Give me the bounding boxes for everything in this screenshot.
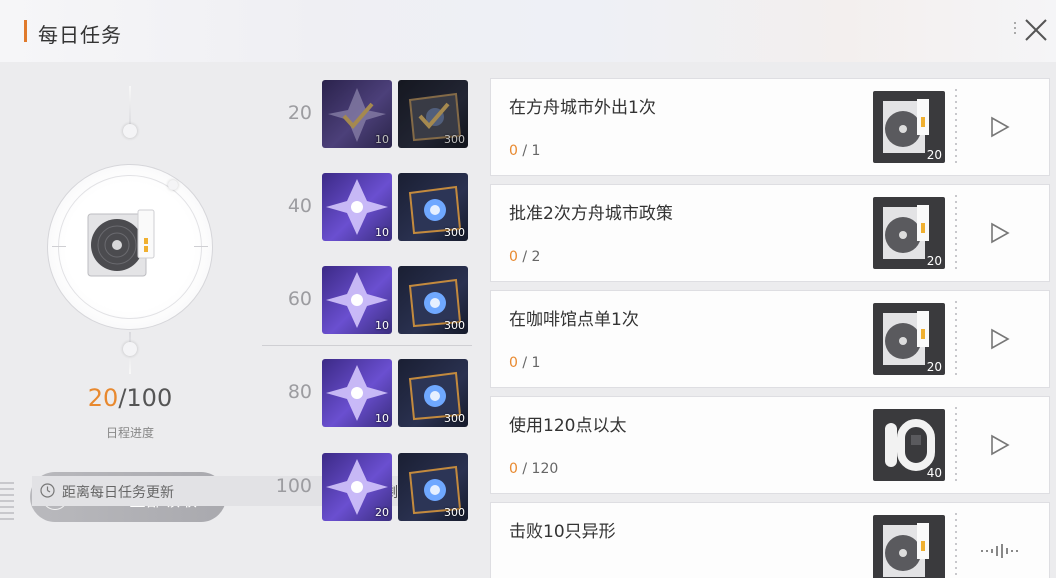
task-progress-total: / 120 [517, 461, 559, 477]
task-progress-current: 0 [509, 249, 518, 265]
task-title: 使用120点以太 [509, 416, 627, 436]
chest-reward[interactable]: 300 [398, 266, 468, 334]
task-title: 在方舟城市外出1次 [509, 98, 656, 118]
milestone-points: 60 [287, 288, 312, 310]
reward-quantity: 20 [926, 254, 942, 268]
play-icon[interactable] [989, 327, 1011, 351]
task-title: 批准2次方舟城市政策 [509, 204, 673, 224]
chest-reward[interactable]: 300 [398, 173, 468, 241]
reward-quantity: 10 [375, 319, 389, 332]
milestone-row: 60 10 300 [262, 266, 472, 336]
reward-quantity: 300 [444, 412, 465, 425]
clock-icon [40, 483, 55, 498]
milestone-row: 40 10 300 [262, 173, 472, 243]
crystal-reward[interactable]: 10 [322, 80, 392, 148]
reward-quantity: 10 [375, 226, 389, 239]
refresh-label: 距离每日任务更新 [62, 485, 174, 501]
milestone-points: 20 [287, 102, 312, 124]
crystal-reward[interactable]: 10 [322, 173, 392, 241]
crystal-reward[interactable]: 10 [322, 359, 392, 427]
chest-reward[interactable]: 300 [398, 80, 468, 148]
header-accent-bar [24, 20, 27, 42]
task-progress: 0 / 120 [509, 461, 558, 477]
divider-dots [1014, 22, 1016, 36]
header: 每日任务 [0, 0, 1056, 62]
reward-quantity: 40 [926, 466, 942, 480]
task-separator [955, 89, 957, 165]
task-progress: 0 / 1 [509, 143, 540, 159]
progress-current: 20 [87, 384, 119, 412]
milestone-points: 80 [287, 381, 312, 403]
milestone-row: 100 20 300 [262, 453, 472, 523]
dial-marker [168, 180, 178, 190]
task-progress-total: / 1 [517, 143, 541, 159]
crystal-reward[interactable]: 10 [322, 266, 392, 334]
disc-reward-icon [87, 209, 155, 277]
task-separator [955, 301, 957, 377]
task-title: 在咖啡馆点单1次 [509, 310, 639, 330]
reward-quantity: 20 [926, 360, 942, 374]
reward-quantity: 300 [444, 226, 465, 239]
task-card: 击败10只异形 [490, 502, 1050, 578]
task-card: 在方舟城市外出1次 0 / 1 20 [490, 78, 1050, 176]
task-card: 使用120点以太 0 / 120 40 [490, 396, 1050, 494]
disc-reward-icon [883, 523, 929, 577]
progress-total: /100 [118, 384, 173, 412]
dial-tick-right [194, 246, 208, 247]
task-reward[interactable]: 20 [873, 91, 945, 163]
task-progress: 0 / 2 [509, 249, 540, 265]
reward-quantity: 300 [444, 133, 465, 146]
task-separator [955, 195, 957, 271]
reward-quantity: 10 [375, 412, 389, 425]
play-icon[interactable] [989, 433, 1011, 457]
task-progress-current: 0 [509, 355, 518, 371]
play-icon[interactable] [989, 115, 1011, 139]
side-stripes [0, 482, 14, 522]
chest-reward[interactable]: 300 [398, 453, 468, 521]
milestone-points: 40 [287, 195, 312, 217]
task-title: 击败10只异形 [509, 522, 616, 542]
reward-quantity: 20 [926, 148, 942, 162]
reward-quantity: 20 [375, 506, 389, 519]
page-title: 每日任务 [38, 23, 122, 47]
reward-quantity: 300 [444, 506, 465, 519]
task-progress-current: 0 [509, 143, 518, 159]
task-card: 在咖啡馆点单1次 0 / 1 20 [490, 290, 1050, 388]
task-progress-total: / 2 [517, 249, 541, 265]
close-icon[interactable] [1022, 16, 1050, 44]
task-reward[interactable]: 20 [873, 303, 945, 375]
dial-tick-left [52, 246, 66, 247]
task-progress-current: 0 [509, 461, 518, 477]
task-separator [955, 407, 957, 483]
task-reward[interactable] [873, 515, 945, 578]
reward-quantity: 300 [444, 319, 465, 332]
dial-knob-top [123, 124, 137, 138]
reward-quantity: 10 [375, 133, 389, 146]
milestone-row: 20 10 300 [262, 80, 472, 150]
task-separator [955, 513, 957, 578]
dial-knob-bottom [123, 342, 137, 356]
crystal-reward[interactable]: 20 [322, 453, 392, 521]
milestone-points: 100 [275, 475, 312, 497]
task-reward[interactable]: 40 [873, 409, 945, 481]
progress-label: 日程进度 [105, 426, 154, 440]
progress-value: 20/100 [0, 384, 260, 412]
chest-reward[interactable]: 300 [398, 359, 468, 427]
play-icon[interactable] [989, 221, 1011, 245]
loading-wave-icon [981, 544, 1018, 558]
task-reward[interactable]: 20 [873, 197, 945, 269]
task-list: 在方舟城市外出1次 0 / 1 20 批准2次方舟城市政策 0 / 2 20 在… [490, 76, 1050, 578]
task-progress: 0 / 1 [509, 355, 540, 371]
milestone-divider [262, 345, 472, 346]
task-progress-total: / 1 [517, 355, 541, 371]
milestone-row: 80 10 300 [262, 359, 472, 429]
milestone-rewards: 20 10 300 40 10 300 60 10 300 80 10 300 … [262, 62, 472, 521]
task-card: 批准2次方舟城市政策 0 / 2 20 [490, 184, 1050, 282]
